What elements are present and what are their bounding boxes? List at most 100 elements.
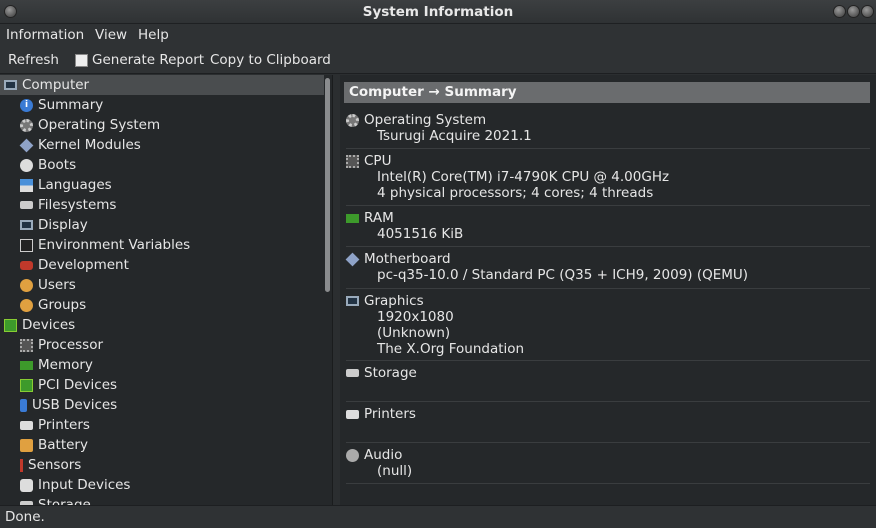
tree-item-label: Environment Variables	[38, 237, 191, 253]
menu-information[interactable]: Information	[6, 27, 84, 43]
section-title-row: Motherboard	[345, 251, 870, 267]
tree-item-label: Storage	[38, 497, 91, 505]
diamond-icon	[19, 138, 34, 152]
usb-icon	[20, 398, 27, 412]
memory-icon	[346, 213, 359, 223]
tree-item[interactable]: i Summary	[0, 95, 324, 115]
tree-item-label: Processor	[38, 337, 104, 353]
terminal-icon	[20, 238, 33, 252]
section-title-row: CPU	[346, 153, 870, 169]
section-value: (Unknown)	[377, 325, 451, 341]
tree-item[interactable]: Processor	[0, 335, 324, 355]
disk-icon	[346, 369, 359, 377]
details-panel: Computer → Summary Operating System Tsuru…	[340, 75, 876, 505]
tree-item[interactable]: Development	[0, 255, 324, 275]
tree-item[interactable]: PCI Devices	[0, 375, 324, 395]
section-title: Printers	[364, 406, 416, 422]
tree-item[interactable]: Environment Variables	[0, 235, 324, 255]
tree-item-label: Operating System	[38, 117, 161, 133]
info-section: RAM 4051516 KiB	[346, 210, 870, 247]
tree-item-label: Users	[38, 277, 76, 293]
users-icon	[20, 298, 33, 312]
generate-report-label: Generate Report	[92, 52, 205, 68]
tree-item-label: Languages	[38, 177, 112, 193]
tree-item[interactable]: Display	[0, 215, 324, 235]
info-section: CPU Intel(R) Core(TM) i7-4790K CPU @ 4.00…	[346, 153, 870, 206]
tree-item[interactable]: Computer	[0, 75, 324, 95]
section-title: CPU	[364, 153, 392, 169]
section-value: Tsurugi Acquire 2021.1	[377, 128, 532, 144]
tree-item[interactable]: Storage	[0, 495, 324, 505]
report-icon	[75, 53, 88, 67]
tree-item-label: Sensors	[28, 457, 82, 473]
tree-item[interactable]: Boots	[0, 155, 324, 175]
window-title: System Information	[362, 4, 514, 20]
tree-item-label: Development	[38, 257, 129, 273]
tree-item[interactable]: Printers	[0, 415, 324, 435]
section-title-row: Audio	[346, 447, 870, 463]
tree-item[interactable]: Battery	[0, 435, 324, 455]
boot-icon	[20, 158, 33, 172]
close-button[interactable]	[861, 5, 874, 18]
printer-icon	[20, 420, 33, 430]
section-value: Intel(R) Core(TM) i7-4790K CPU @ 4.00GHz	[377, 169, 670, 185]
menu-view[interactable]: View	[95, 27, 127, 43]
section-value: pc-q35-10.0 / Standard PC (Q35 + ICH9, 2…	[377, 267, 749, 283]
sensor-icon	[20, 458, 23, 472]
info-section: Audio (null)	[346, 447, 870, 484]
maximize-button[interactable]	[847, 5, 860, 18]
cpu-icon	[346, 154, 359, 168]
info-section: Storage	[346, 365, 870, 402]
copy-to-clipboard-label: Copy to Clipboard	[210, 52, 331, 68]
development-icon	[20, 260, 33, 270]
tree-item[interactable]: Devices	[0, 315, 324, 335]
flag-icon	[20, 178, 33, 192]
tree-item[interactable]: Languages	[0, 175, 324, 195]
section-value: 1920x1080	[377, 309, 454, 325]
tree-item-label: USB Devices	[32, 397, 118, 413]
section-title: Audio	[364, 447, 403, 463]
section-value: (null)	[377, 463, 413, 479]
tree-item[interactable]: Memory	[0, 355, 324, 375]
tree-item-label: Battery	[38, 437, 88, 453]
chip-icon	[4, 318, 17, 332]
info-section: Printers	[346, 406, 870, 443]
section-title-row: Graphics	[346, 293, 870, 309]
info-section: Graphics 1920x1080 (Unknown) The X.Org Foun…	[346, 293, 870, 361]
section-title: Motherboard	[364, 251, 451, 267]
tree-item-label: Memory	[38, 357, 93, 373]
tree-item[interactable]: Sensors	[0, 455, 324, 475]
diamond-icon	[345, 252, 360, 266]
info-icon: i	[20, 98, 33, 112]
generate-report-button[interactable]: Generate Report	[75, 52, 204, 68]
tree-item-label: Filesystems	[38, 197, 117, 213]
tree-item[interactable]: Groups	[0, 295, 324, 315]
section-title: RAM	[364, 210, 394, 226]
tree-item[interactable]: Input Devices	[0, 475, 324, 495]
minimize-button[interactable]	[833, 5, 846, 18]
tree-item[interactable]: Operating System	[0, 115, 324, 135]
section-title: Graphics	[364, 293, 424, 309]
refresh-button[interactable]: Refresh	[8, 52, 59, 68]
section-title: Storage	[364, 365, 417, 381]
gear-icon	[346, 113, 359, 127]
navigation-tree[interactable]: Computer i Summary Operating System Kernel M…	[0, 75, 333, 505]
tree-item-label: Printers	[38, 417, 90, 433]
section-value: The X.Org Foundation	[377, 341, 525, 357]
input-icon	[20, 478, 33, 492]
tree-item[interactable]: Kernel Modules	[0, 135, 324, 155]
tree-item[interactable]: USB Devices	[0, 395, 324, 415]
memory-icon	[20, 360, 33, 370]
menu-help[interactable]: Help	[138, 27, 169, 43]
menu-bar: Information View Help	[0, 24, 876, 46]
tree-item-label: Devices	[22, 317, 76, 333]
section-value: 4 physical processors; 4 cores; 4 thread…	[377, 185, 654, 201]
status-bar: Done.	[0, 505, 876, 528]
tree-item[interactable]: Users	[0, 275, 324, 295]
tree-item[interactable]: Filesystems	[0, 195, 324, 215]
tree-item-label: Boots	[38, 157, 77, 173]
title-bar: System Information	[0, 0, 876, 24]
tree-scrollbar[interactable]	[325, 78, 330, 292]
chip-icon	[20, 378, 33, 392]
copy-to-clipboard-button[interactable]: Copy to Clipboard	[210, 52, 331, 68]
